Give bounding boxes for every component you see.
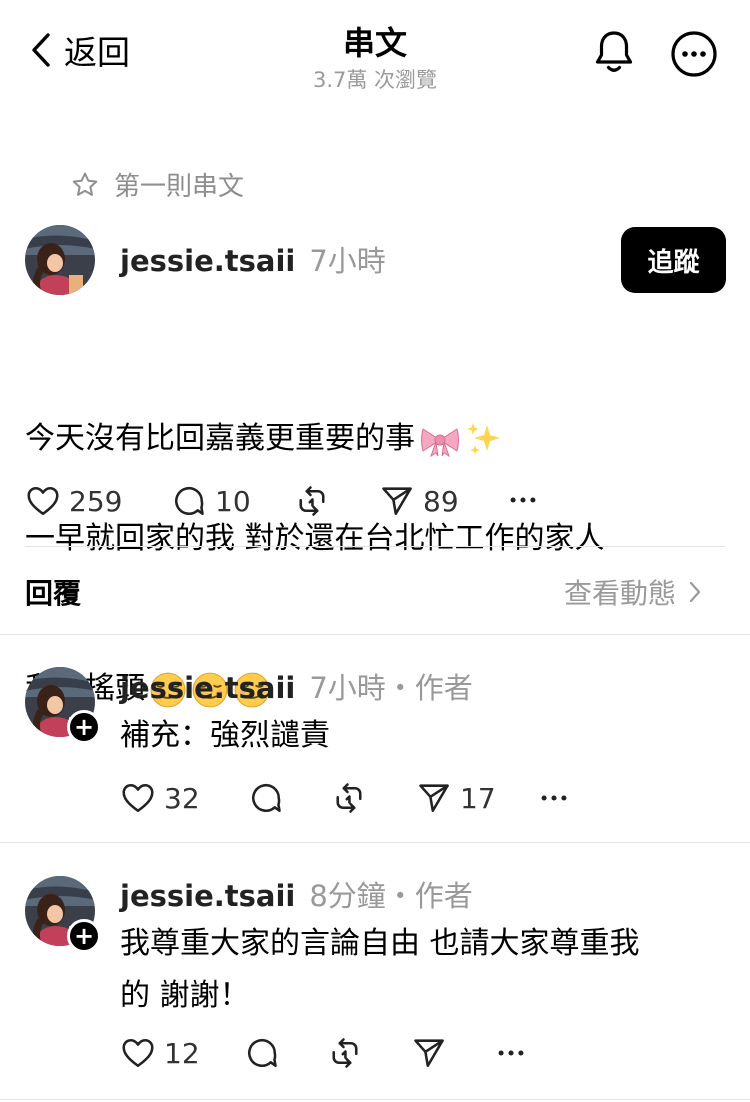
view-activity-label: 查看動態 bbox=[564, 577, 677, 610]
repost-button[interactable] bbox=[331, 780, 367, 816]
repost-button[interactable] bbox=[327, 1035, 363, 1071]
reply-author-row: jessie.tsaii 7小時・作者 bbox=[120, 665, 473, 707]
sparkles-emoji-icon bbox=[467, 422, 500, 455]
follow-button[interactable]: 追蹤 bbox=[621, 227, 726, 293]
divider bbox=[0, 842, 750, 843]
reply-text-line-2: 的 謝謝！ bbox=[120, 978, 250, 1013]
divider bbox=[25, 546, 725, 547]
reply-more-button[interactable] bbox=[537, 781, 571, 815]
like-button[interactable]: 32 bbox=[120, 780, 200, 816]
repost-icon bbox=[327, 1035, 363, 1071]
reply-username[interactable]: jessie.tsaii bbox=[120, 879, 295, 913]
share-count: 89 bbox=[423, 484, 459, 518]
chevron-right-icon bbox=[689, 581, 701, 603]
avatar[interactable] bbox=[25, 225, 95, 295]
like-count: 259 bbox=[69, 484, 123, 518]
reply-more-button[interactable] bbox=[494, 1036, 528, 1070]
like-count: 32 bbox=[164, 781, 200, 815]
share-count: 17 bbox=[460, 781, 496, 815]
reply-author-row: jessie.tsaii 8分鐘・作者 bbox=[120, 873, 473, 915]
reply-meta: 7小時・作者 bbox=[309, 671, 473, 705]
ellipsis-icon bbox=[537, 781, 571, 815]
replies-label: 回覆 bbox=[25, 577, 82, 610]
avatar-image bbox=[25, 225, 95, 295]
comment-button[interactable] bbox=[248, 780, 284, 816]
star-icon bbox=[72, 172, 98, 196]
share-button[interactable]: 17 bbox=[416, 780, 496, 816]
first-thread-text: 第一則串文 bbox=[114, 172, 245, 202]
ellipsis-icon bbox=[506, 483, 540, 517]
comment-count: 10 bbox=[215, 484, 251, 518]
comment-button[interactable]: 10 bbox=[171, 483, 251, 519]
comment-icon bbox=[248, 780, 284, 816]
ribbon-emoji-icon bbox=[421, 427, 459, 457]
post-username[interactable]: jessie.tsaii bbox=[120, 244, 295, 278]
comment-button[interactable] bbox=[244, 1035, 280, 1071]
repost-button[interactable] bbox=[294, 483, 330, 519]
notification-bell-button[interactable] bbox=[592, 28, 636, 76]
reply-username[interactable]: jessie.tsaii bbox=[120, 671, 295, 705]
ellipsis-icon bbox=[494, 1036, 528, 1070]
follow-plus-badge[interactable]: + bbox=[67, 919, 101, 953]
heart-icon bbox=[120, 780, 156, 816]
heart-icon bbox=[120, 1035, 156, 1071]
comment-icon bbox=[244, 1035, 280, 1071]
post-time: 7小時 bbox=[309, 244, 386, 278]
share-button[interactable] bbox=[411, 1035, 447, 1071]
follow-plus-badge[interactable]: + bbox=[67, 710, 101, 744]
view-activity-link[interactable]: 查看動態 bbox=[564, 572, 702, 612]
like-count: 12 bbox=[164, 1036, 200, 1070]
reply-meta: 8分鐘・作者 bbox=[309, 879, 473, 913]
repost-icon bbox=[294, 483, 330, 519]
bell-icon bbox=[595, 31, 633, 72]
send-icon bbox=[379, 483, 415, 519]
like-button[interactable]: 12 bbox=[120, 1035, 200, 1071]
divider bbox=[0, 1099, 750, 1100]
more-options-button[interactable] bbox=[670, 30, 718, 78]
view-count: 3.7萬 次瀏覽 bbox=[312, 68, 438, 92]
reply-text: 我尊重大家的言論自由 也請大家尊重我 的 謝謝！ bbox=[120, 918, 730, 1022]
divider bbox=[0, 634, 750, 635]
comment-icon bbox=[171, 483, 207, 519]
first-thread-label: 第一則串文 bbox=[70, 166, 244, 203]
post-more-button[interactable] bbox=[506, 483, 540, 517]
post-line-1: 今天沒有比回嘉義更重要的事 bbox=[25, 364, 725, 464]
reply-text: 補充：強烈譴責 bbox=[120, 718, 330, 753]
post-line-2: 一早就回家的我 對於還在台北忙工作的家人 bbox=[25, 521, 605, 556]
repost-icon bbox=[331, 780, 367, 816]
page-title: 串文 bbox=[342, 24, 407, 62]
send-icon bbox=[411, 1035, 447, 1071]
reply-text-line-1: 我尊重大家的言論自由 也請大家尊重我 bbox=[120, 926, 640, 961]
like-button[interactable]: 259 bbox=[25, 483, 122, 519]
send-icon bbox=[416, 780, 452, 816]
post-author-row: jessie.tsaii 7小時 bbox=[120, 238, 386, 280]
more-circle-icon bbox=[671, 31, 717, 77]
heart-icon bbox=[25, 483, 61, 519]
share-button[interactable]: 89 bbox=[379, 483, 459, 519]
